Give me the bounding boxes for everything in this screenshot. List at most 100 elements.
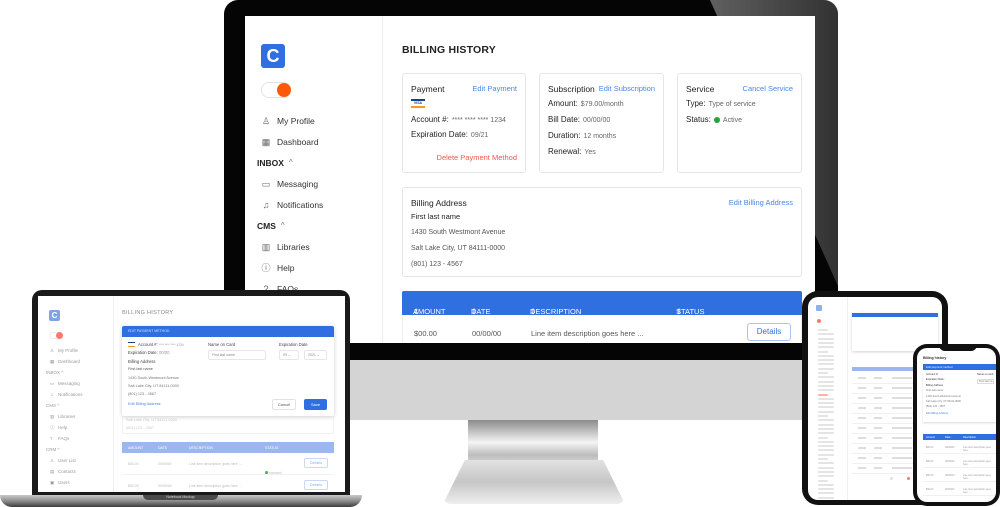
modal-account: Account #: **** **** **** 1234: [138, 342, 184, 347]
tablet-nav-item[interactable]: [818, 440, 834, 443]
sidebar-item-my-profile[interactable]: ♙ My Profile: [46, 345, 83, 356]
sidebar-section-inbox[interactable]: INBOX ^: [46, 367, 83, 378]
cancel-button[interactable]: Cancel: [272, 399, 296, 410]
tablet-nav-item[interactable]: [818, 415, 828, 417]
expiration-value: 09/21: [470, 132, 489, 139]
tablet-nav-item[interactable]: [818, 453, 834, 456]
tablet-nav-item[interactable]: [818, 341, 834, 344]
col-status[interactable]: STATUS: [265, 446, 278, 450]
tablet-theme-toggle[interactable]: [817, 319, 821, 323]
chat-icon: ▭: [261, 178, 271, 189]
details-button[interactable]: Details: [304, 480, 328, 490]
row-description: Line item description goes here ...: [963, 474, 991, 480]
sidebar-item-messaging[interactable]: ▭ Messaging: [257, 173, 381, 194]
tablet-app-logo[interactable]: [816, 305, 822, 311]
edit-subscription-link[interactable]: Edit Subscription: [599, 84, 655, 93]
delete-payment-method-link[interactable]: Delete Payment Method: [437, 153, 517, 162]
tablet-nav-item[interactable]: [818, 492, 834, 495]
tablet-nav-item[interactable]: [818, 419, 834, 422]
tablet-nav-item[interactable]: [818, 423, 834, 426]
tablet-nav-item[interactable]: [818, 475, 834, 478]
tablet-nav-item[interactable]: [818, 376, 834, 379]
sidebar-section-cms[interactable]: CMS ^: [257, 215, 381, 236]
tablet-nav-item[interactable]: [818, 384, 834, 387]
sidebar-item-faqs[interactable]: ? FAQs: [46, 433, 83, 444]
sidebar-item-users[interactable]: ▣ Users: [46, 477, 83, 488]
tablet-nav-item[interactable]: [818, 432, 834, 435]
tablet-nav-item[interactable]: [818, 393, 828, 396]
col-amount[interactable]: Amount: [926, 436, 935, 439]
sidebar-item-my-profile[interactable]: ♙ My Profile: [257, 110, 381, 131]
details-button[interactable]: Details: [747, 323, 791, 341]
toggle-knob: [56, 332, 63, 339]
details-button[interactable]: Details: [304, 458, 328, 468]
sidebar-item-dashboard[interactable]: ▦ Dashboard: [257, 131, 381, 152]
tablet-nav-item[interactable]: [818, 354, 834, 357]
tablet-nav-item[interactable]: [818, 346, 834, 349]
tablet-nav-item[interactable]: [818, 389, 834, 392]
edit-billing-address-link[interactable]: Edit Billing Address: [926, 412, 948, 415]
sidebar-item-notifications[interactable]: ♫ Notifications: [46, 389, 83, 400]
sidebar-item-label: Libraries: [277, 241, 310, 252]
sidebar-item-libraries[interactable]: ▥ Libraries: [257, 236, 381, 257]
tablet-nav-item[interactable]: [818, 436, 828, 439]
expiration-month-select[interactable]: 09 ⌄: [279, 350, 299, 360]
tablet-nav-item[interactable]: [818, 363, 834, 366]
col-date[interactable]: DATE: [158, 446, 167, 450]
sidebar-item-libraries[interactable]: ▥ Libraries: [46, 411, 83, 422]
tablet-nav-item[interactable]: [818, 462, 834, 465]
tablet-nav-item[interactable]: [818, 470, 834, 473]
sidebar-section-cms[interactable]: CMS ^: [46, 400, 83, 411]
tablet-nav-item[interactable]: [818, 427, 834, 430]
laptop-app-logo[interactable]: C: [49, 310, 60, 321]
payment-title: Payment: [411, 84, 445, 94]
laptop-theme-toggle[interactable]: [49, 332, 63, 339]
col-date[interactable]: Date: [945, 436, 950, 439]
sidebar-item-user-list[interactable]: ♙ User List: [46, 455, 83, 466]
col-amount[interactable]: AMOUNT: [128, 446, 143, 450]
table-cell: [858, 457, 866, 459]
edit-payment-link[interactable]: Edit Payment: [472, 84, 517, 93]
tablet-nav-item[interactable]: [818, 445, 834, 448]
sidebar-item-help[interactable]: ⓘ Help: [257, 257, 381, 278]
sidebar-section-crm[interactable]: CRM ^: [46, 444, 83, 455]
col-description[interactable]: Description: [963, 436, 976, 439]
bell-icon: ♫: [262, 199, 270, 210]
sidebar-item-notifications[interactable]: ♫ Notifications: [257, 194, 381, 215]
tablet-nav-item[interactable]: [818, 458, 828, 460]
sidebar-item-contacts[interactable]: ▤ Contacts: [46, 466, 83, 477]
tablet-nav-item[interactable]: [818, 402, 834, 405]
tablet-nav-item[interactable]: [818, 410, 834, 413]
tablet-nav-item[interactable]: [818, 372, 828, 374]
sidebar-item-messaging[interactable]: ▭ Messaging: [46, 378, 83, 389]
tablet-nav-item[interactable]: [818, 406, 834, 409]
name-on-card-input[interactable]: First last name: [208, 350, 266, 360]
sidebar-item-dashboard[interactable]: ▦ Dashboard: [46, 356, 83, 367]
tablet-nav-item[interactable]: [818, 466, 834, 469]
expiration-year-select[interactable]: 2021 ⌄: [304, 350, 327, 360]
tablet-nav-item[interactable]: [818, 359, 834, 362]
tablet-nav-item[interactable]: [818, 367, 834, 370]
tablet-nav-item[interactable]: [818, 380, 834, 383]
sidebar-section-inbox[interactable]: INBOX ^: [257, 152, 381, 173]
theme-toggle[interactable]: [261, 82, 291, 98]
save-button[interactable]: Save: [304, 399, 327, 410]
app-logo[interactable]: C: [261, 44, 285, 68]
modal-edit-billing-address-link[interactable]: Edit Billing Address: [128, 402, 161, 406]
tablet-nav-item[interactable]: [818, 337, 834, 340]
tablet-nav-item[interactable]: [818, 329, 828, 331]
name-on-card-input[interactable]: First last na: [977, 379, 995, 384]
tablet-nav-item[interactable]: [818, 479, 828, 482]
tablet-nav-item[interactable]: [818, 333, 834, 336]
tablet-nav-item[interactable]: [818, 397, 834, 400]
sidebar-item-help[interactable]: ⓘ Help: [46, 422, 83, 433]
tablet-nav-item[interactable]: [818, 483, 834, 486]
tablet-nav-item[interactable]: [818, 449, 834, 452]
col-description[interactable]: DESCRIPTION: [189, 446, 213, 450]
tablet-nav-item[interactable]: [818, 350, 828, 353]
edit-billing-address-link[interactable]: Edit Billing Address: [729, 198, 793, 207]
tablet-nav-item[interactable]: [818, 496, 834, 499]
cancel-service-link[interactable]: Cancel Service: [743, 84, 793, 93]
tablet-nav-item[interactable]: [818, 488, 834, 491]
tablet-pagination[interactable]: [890, 477, 910, 480]
